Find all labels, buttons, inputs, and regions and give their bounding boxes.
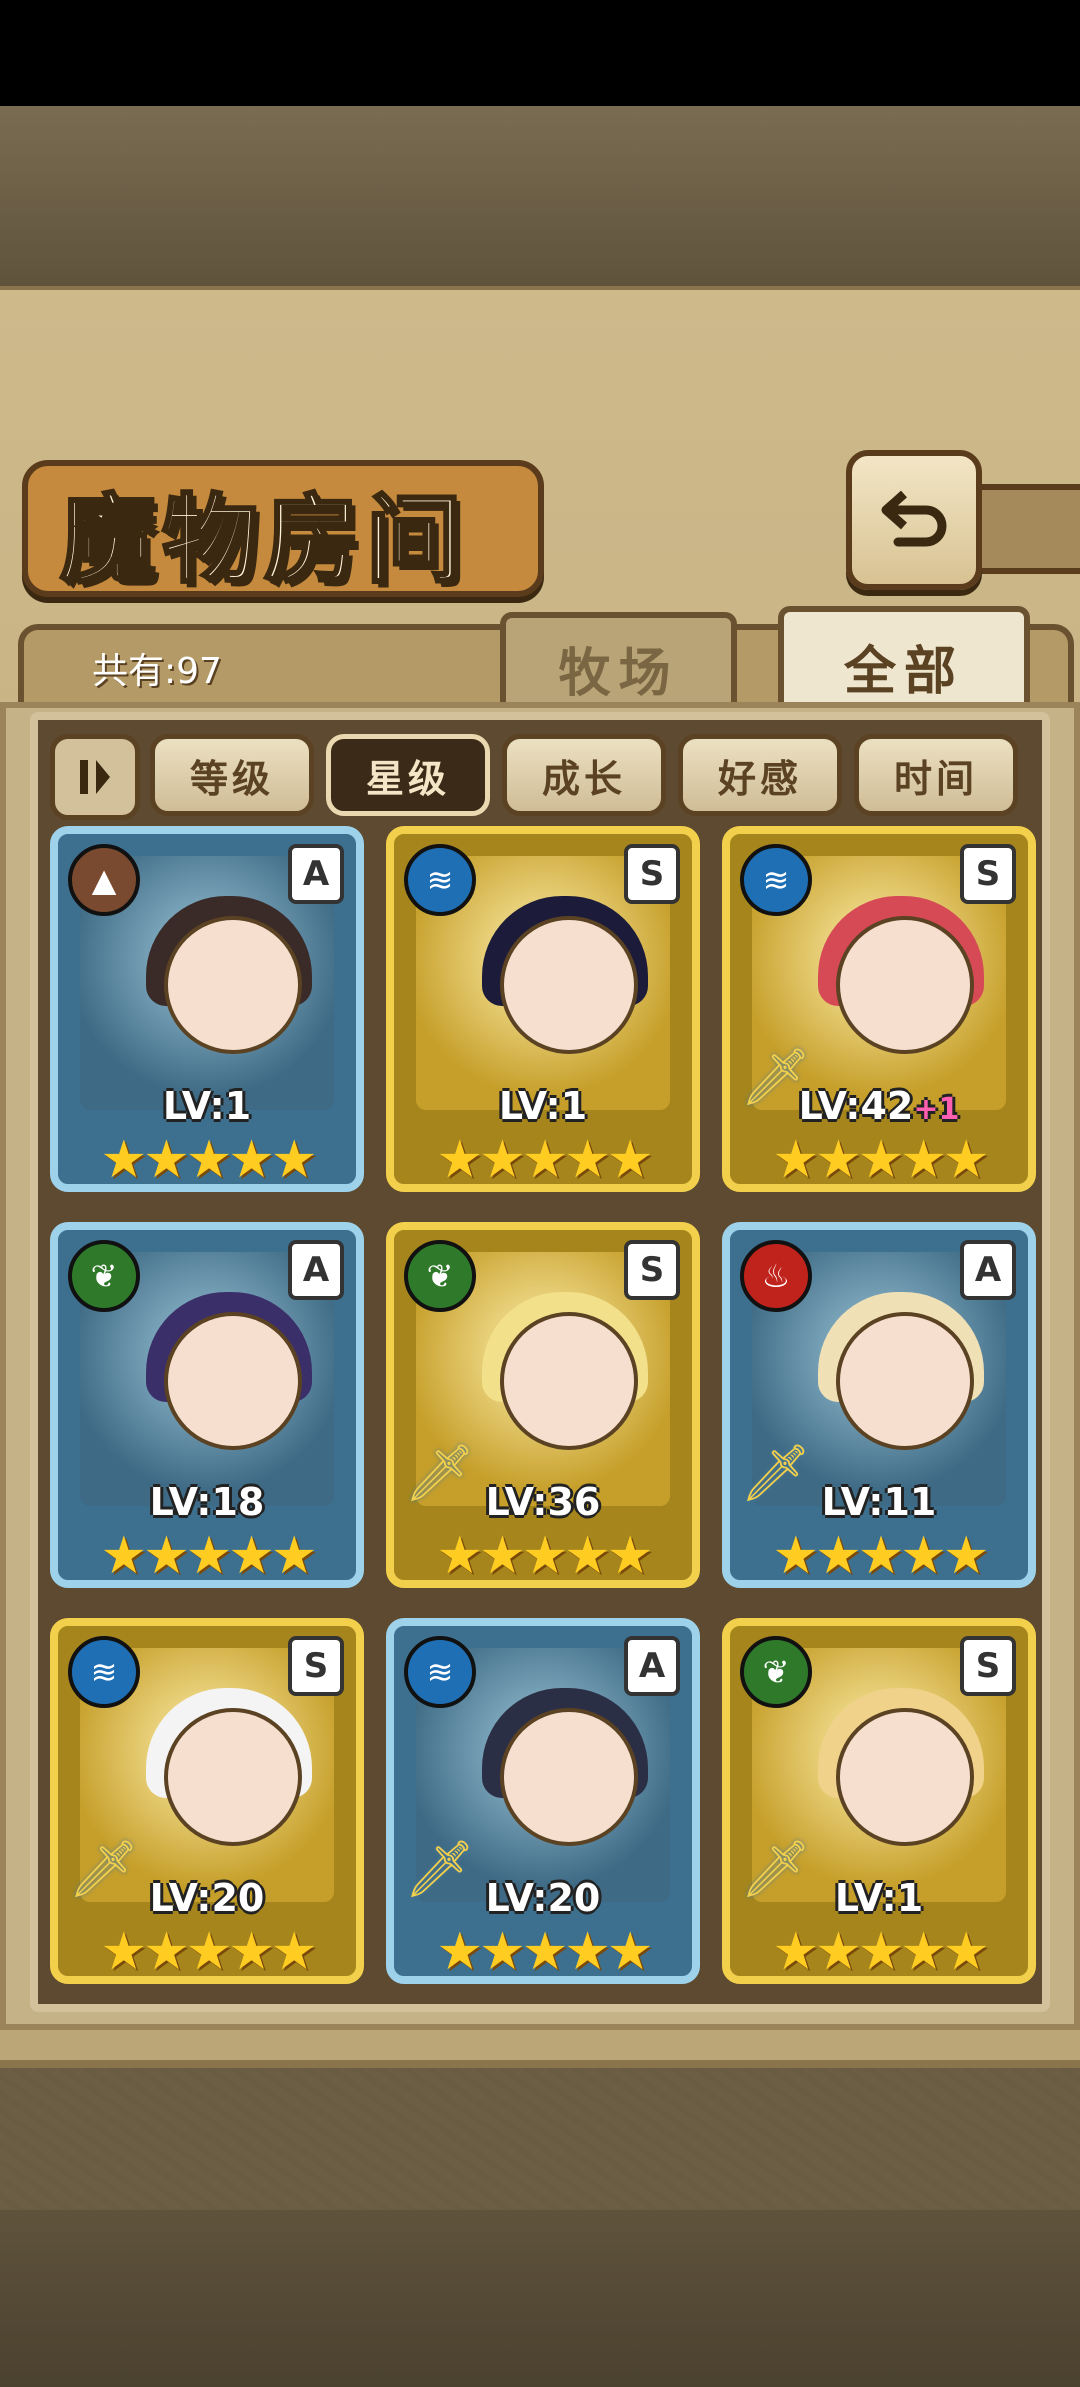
rank-badge: S xyxy=(960,1636,1016,1696)
star-rating: ★★★★★ xyxy=(100,1130,317,1190)
back-arrow-icon xyxy=(881,490,947,547)
wood-element-icon: ❦ xyxy=(404,1240,476,1312)
star-rating: ★★★★★ xyxy=(772,1922,989,1982)
monster-face xyxy=(500,1708,638,1846)
monster-face xyxy=(164,1312,302,1450)
monster-face xyxy=(164,916,302,1054)
monster-face xyxy=(164,1708,302,1846)
monster-card[interactable]: ≋ A 🗡 LV:20 ★★★★★ xyxy=(386,1618,700,1984)
rank-badge: A xyxy=(288,844,344,904)
water-element-icon: ≋ xyxy=(404,844,476,916)
monster-card[interactable]: ▲ A LV:1 ★★★★★ xyxy=(50,826,364,1192)
sort-order-toggle[interactable] xyxy=(50,734,140,820)
sort-time-button[interactable]: 时间 xyxy=(854,734,1018,816)
water-element-icon: ≋ xyxy=(404,1636,476,1708)
rank-badge: S xyxy=(624,1240,680,1300)
star-rating: ★★★★★ xyxy=(100,1922,317,1982)
sort-star-button[interactable]: 星级 xyxy=(326,734,490,816)
monster-card[interactable]: ≋ S 🗡 LV:20 ★★★★★ xyxy=(50,1618,364,1984)
total-count: 共有:97 xyxy=(92,651,222,692)
monster-level: LV:1 xyxy=(162,1084,252,1128)
back-button[interactable] xyxy=(846,450,982,590)
monster-level: LV:42+1 xyxy=(798,1084,960,1128)
rank-badge: A xyxy=(624,1636,680,1696)
earth-element-icon: ▲ xyxy=(68,844,140,916)
monster-face xyxy=(500,1312,638,1450)
rank-badge: S xyxy=(960,844,1016,904)
monster-face xyxy=(500,916,638,1054)
water-element-icon: ≋ xyxy=(740,844,812,916)
star-rating: ★★★★★ xyxy=(772,1130,989,1190)
star-rating: ★★★★★ xyxy=(436,1922,653,1982)
monster-card[interactable]: ≋ S 🗡 LV:42+1 ★★★★★ xyxy=(722,826,1036,1192)
footer-strip xyxy=(0,2210,1080,2387)
monster-level: LV:20 xyxy=(485,1876,601,1920)
wood-element-icon: ❦ xyxy=(68,1240,140,1312)
sort-affection-button[interactable]: 好感 xyxy=(678,734,842,816)
sort-growth-button[interactable]: 成长 xyxy=(502,734,666,816)
rank-badge: S xyxy=(288,1636,344,1696)
water-element-icon: ≋ xyxy=(68,1636,140,1708)
monster-face xyxy=(836,1708,974,1846)
star-rating: ★★★★★ xyxy=(100,1526,317,1586)
monster-level: LV:20 xyxy=(149,1876,265,1920)
monster-level: LV:1 xyxy=(498,1084,588,1128)
monster-level: LV:1 xyxy=(834,1876,924,1920)
monster-face xyxy=(836,1312,974,1450)
back-button-rail xyxy=(968,484,1080,574)
monster-card[interactable]: ❦ S 🗡 LV:1 ★★★★★ xyxy=(722,1618,1036,1984)
monster-card[interactable]: ≋ S LV:1 ★★★★★ xyxy=(386,826,700,1192)
level-bonus: +1 xyxy=(913,1092,960,1127)
monster-level: LV:36 xyxy=(485,1480,601,1524)
monster-card[interactable]: ❦ S 🗡 LV:36 ★★★★★ xyxy=(386,1222,700,1588)
monster-card[interactable]: ❦ A LV:18 ★★★★★ xyxy=(50,1222,364,1588)
star-rating: ★★★★★ xyxy=(436,1526,653,1586)
star-rating: ★★★★★ xyxy=(436,1130,653,1190)
page-title: 魔物房间 xyxy=(59,482,468,598)
fire-element-icon: ♨ xyxy=(740,1240,812,1312)
rank-badge: S xyxy=(624,844,680,904)
monster-level: LV:18 xyxy=(149,1480,265,1524)
rank-badge: A xyxy=(960,1240,1016,1300)
monster-level: LV:11 xyxy=(821,1480,937,1524)
star-rating: ★★★★★ xyxy=(772,1526,989,1586)
sort-level-button[interactable]: 等级 xyxy=(150,734,314,816)
sort-order-icon xyxy=(80,760,110,794)
rank-badge: A xyxy=(288,1240,344,1300)
header-strip xyxy=(0,106,1080,286)
monster-face xyxy=(836,916,974,1054)
monster-card[interactable]: ♨ A 🗡 LV:11 ★★★★★ xyxy=(722,1222,1036,1588)
wood-element-icon: ❦ xyxy=(740,1636,812,1708)
